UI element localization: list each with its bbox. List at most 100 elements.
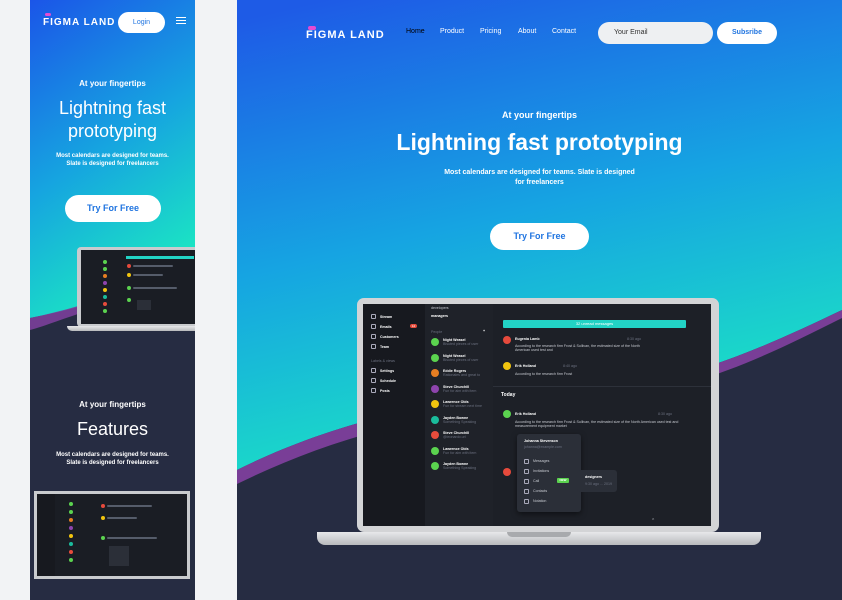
msg1-name: Eugenia Lamb xyxy=(515,337,540,341)
sidebar-stream[interactable]: Stream xyxy=(380,315,392,319)
add-person-icon[interactable]: + xyxy=(483,329,485,333)
people-header: People xyxy=(431,330,443,334)
avatar xyxy=(431,462,439,470)
contact-popup: Johanna Stevenson johanna@example.com Me… xyxy=(517,434,581,512)
popup-call[interactable]: Call xyxy=(533,479,539,483)
avatar xyxy=(431,400,439,408)
day-label: Today xyxy=(501,392,516,398)
emails-badge: 12 xyxy=(410,324,417,328)
page-canvas: FIGMA LAND Login At your fingertips Ligh… xyxy=(0,0,842,600)
avatar xyxy=(431,338,439,346)
sidebar-section-label: Labels & views xyxy=(371,359,395,363)
avatar xyxy=(503,336,511,344)
nav-pricing[interactable]: Pricing xyxy=(480,28,501,35)
unread-banner[interactable]: 32 unread messages xyxy=(503,320,686,328)
email-input[interactable]: Your Email xyxy=(598,22,713,44)
desktop-logo[interactable]: FIGMA LAND xyxy=(306,29,385,41)
features-screenshot xyxy=(34,491,190,579)
contact-subtitle: Fun for aim with item xyxy=(443,388,477,393)
nav-about[interactable]: About xyxy=(518,28,536,35)
msg2-text: According to the research firm Frost xyxy=(515,372,573,376)
avatar xyxy=(503,362,511,370)
app-screen: Stream Emails 12 Customers Team Labels &… xyxy=(363,304,711,526)
contact-subtitle: Rationales and great to xyxy=(443,373,481,377)
contact-row[interactable]: Night Weasel Bisuted pieces of user xyxy=(431,353,478,362)
contact-subtitle: Fun for aim with item xyxy=(443,450,477,455)
popup-menu: Messages Invitations Call Contacts Notat… xyxy=(524,456,549,506)
features-kicker: At your fingertips xyxy=(79,400,146,409)
msg2-time: 8:40 ago xyxy=(563,364,577,368)
mobile-laptop-screen xyxy=(81,250,195,324)
popup-email: johanna@example.com xyxy=(524,445,562,449)
sidebar-posts[interactable]: Posts xyxy=(380,389,390,393)
sidebar-emails[interactable]: Emails xyxy=(380,325,392,329)
avatar xyxy=(503,468,511,476)
popup-name: Johanna Stevenson xyxy=(524,439,558,443)
sidebar-settings[interactable]: Settings xyxy=(380,369,394,373)
avatar xyxy=(431,415,439,424)
popup-notation[interactable]: Notation xyxy=(533,499,546,503)
popup-contacts[interactable]: Contacts xyxy=(533,489,547,493)
avatar xyxy=(431,353,439,362)
contact-subtitle: Something Speaking xyxy=(443,419,477,424)
avatar xyxy=(431,384,439,393)
channel-title[interactable]: managers xyxy=(431,314,448,318)
desktop-preview: FIGMA LAND Home Product Pricing About Co… xyxy=(237,0,842,600)
msg3-time: 8:30 ago xyxy=(658,412,672,416)
mini-banner xyxy=(126,256,194,259)
subscribe-button[interactable]: Subsribe xyxy=(717,22,777,44)
mobile-hero-title: Lightning fast prototyping xyxy=(58,98,167,141)
message-peek: designers 9:30 ago ... 2019 xyxy=(577,470,617,492)
desktop-hero-subtitle: Most calendars are designed for teams. S… xyxy=(444,169,635,186)
logo-mark xyxy=(45,13,51,16)
app-sidebar: Stream Emails 12 Customers Team Labels &… xyxy=(363,304,425,526)
mobile-logo[interactable]: FIGMA LAND xyxy=(43,17,115,28)
msg3-text: According to the research firm Frost & S… xyxy=(515,420,679,428)
msg1-time: 8:30 ago xyxy=(627,337,641,341)
sidebar-schedule[interactable]: Schedule xyxy=(380,379,396,383)
contact-row[interactable]: Lawrence Olds Fun for aim with item xyxy=(431,446,477,455)
channel-top[interactable]: developers xyxy=(431,306,449,310)
mobile-hero-subtitle: Most calendars are designed for teams. S… xyxy=(56,153,169,167)
contact-subtitle: Fun for stream next time xyxy=(443,404,482,408)
mobile-hero-kicker: At your fingertips xyxy=(79,79,146,88)
msg1-text: According to the research firm Frost & S… xyxy=(515,344,640,352)
contact-row[interactable]: Jayden Bowne Something Speaking xyxy=(431,462,476,470)
features-title: Features xyxy=(76,419,149,439)
contact-row[interactable]: Steve Churchill Fun for aim with item xyxy=(431,384,477,393)
contact-row[interactable]: Steve Churchill @leonardo.url xyxy=(431,431,469,439)
contact-subtitle: Bisuted pieces of user xyxy=(443,342,479,346)
features-subtitle: Most calendars are designed for teams. S… xyxy=(56,452,169,466)
contacts-panel: developers managers People + Night Wease… xyxy=(425,304,493,526)
mobile-try-free-button[interactable]: Try For Free xyxy=(65,195,161,222)
laptop-notch xyxy=(507,532,571,537)
avatar xyxy=(503,410,511,418)
mobile-preview: FIGMA LAND Login At your fingertips Ligh… xyxy=(30,0,195,600)
mobile-laptop-base xyxy=(67,326,195,331)
popup-invitations[interactable]: Invitations xyxy=(533,469,549,473)
sidebar-customers[interactable]: Customers xyxy=(380,335,399,339)
mobile-laptop xyxy=(77,247,195,327)
login-button[interactable]: Login xyxy=(118,12,165,33)
scroll-indicator-icon[interactable]: ⌃ xyxy=(651,518,655,524)
hamburger-menu-icon[interactable] xyxy=(176,15,186,26)
contact-row[interactable]: Night Weasel Bisuted pieces of user xyxy=(431,338,478,346)
nav-product[interactable]: Product xyxy=(440,28,464,35)
nav-contact[interactable]: Contact xyxy=(552,28,576,35)
msg3-name: Erik Holland xyxy=(515,412,536,416)
sidebar-team[interactable]: Team xyxy=(380,345,389,349)
desktop-try-free-button[interactable]: Try For Free xyxy=(490,223,589,250)
desktop-hero-kicker: At your fingertips xyxy=(501,110,577,120)
contact-row[interactable]: Jayden Bowne Something Speaking xyxy=(431,415,477,424)
popup-messages[interactable]: Messages xyxy=(533,459,549,463)
new-badge: NEW xyxy=(557,478,569,483)
nav-home[interactable]: Home xyxy=(406,28,425,35)
contact-subtitle: @leonardo.url xyxy=(443,435,466,439)
contact-row[interactable]: Lawrence Olds Fun for stream next time xyxy=(431,400,482,408)
msg2-name: Erik Holland xyxy=(515,364,536,368)
avatar xyxy=(431,431,439,439)
contact-subtitle: Something Speaking xyxy=(443,466,477,470)
avatar xyxy=(431,369,439,377)
avatar xyxy=(431,446,439,455)
contact-row[interactable]: Eddie Rogers Rationales and great to xyxy=(431,369,480,377)
